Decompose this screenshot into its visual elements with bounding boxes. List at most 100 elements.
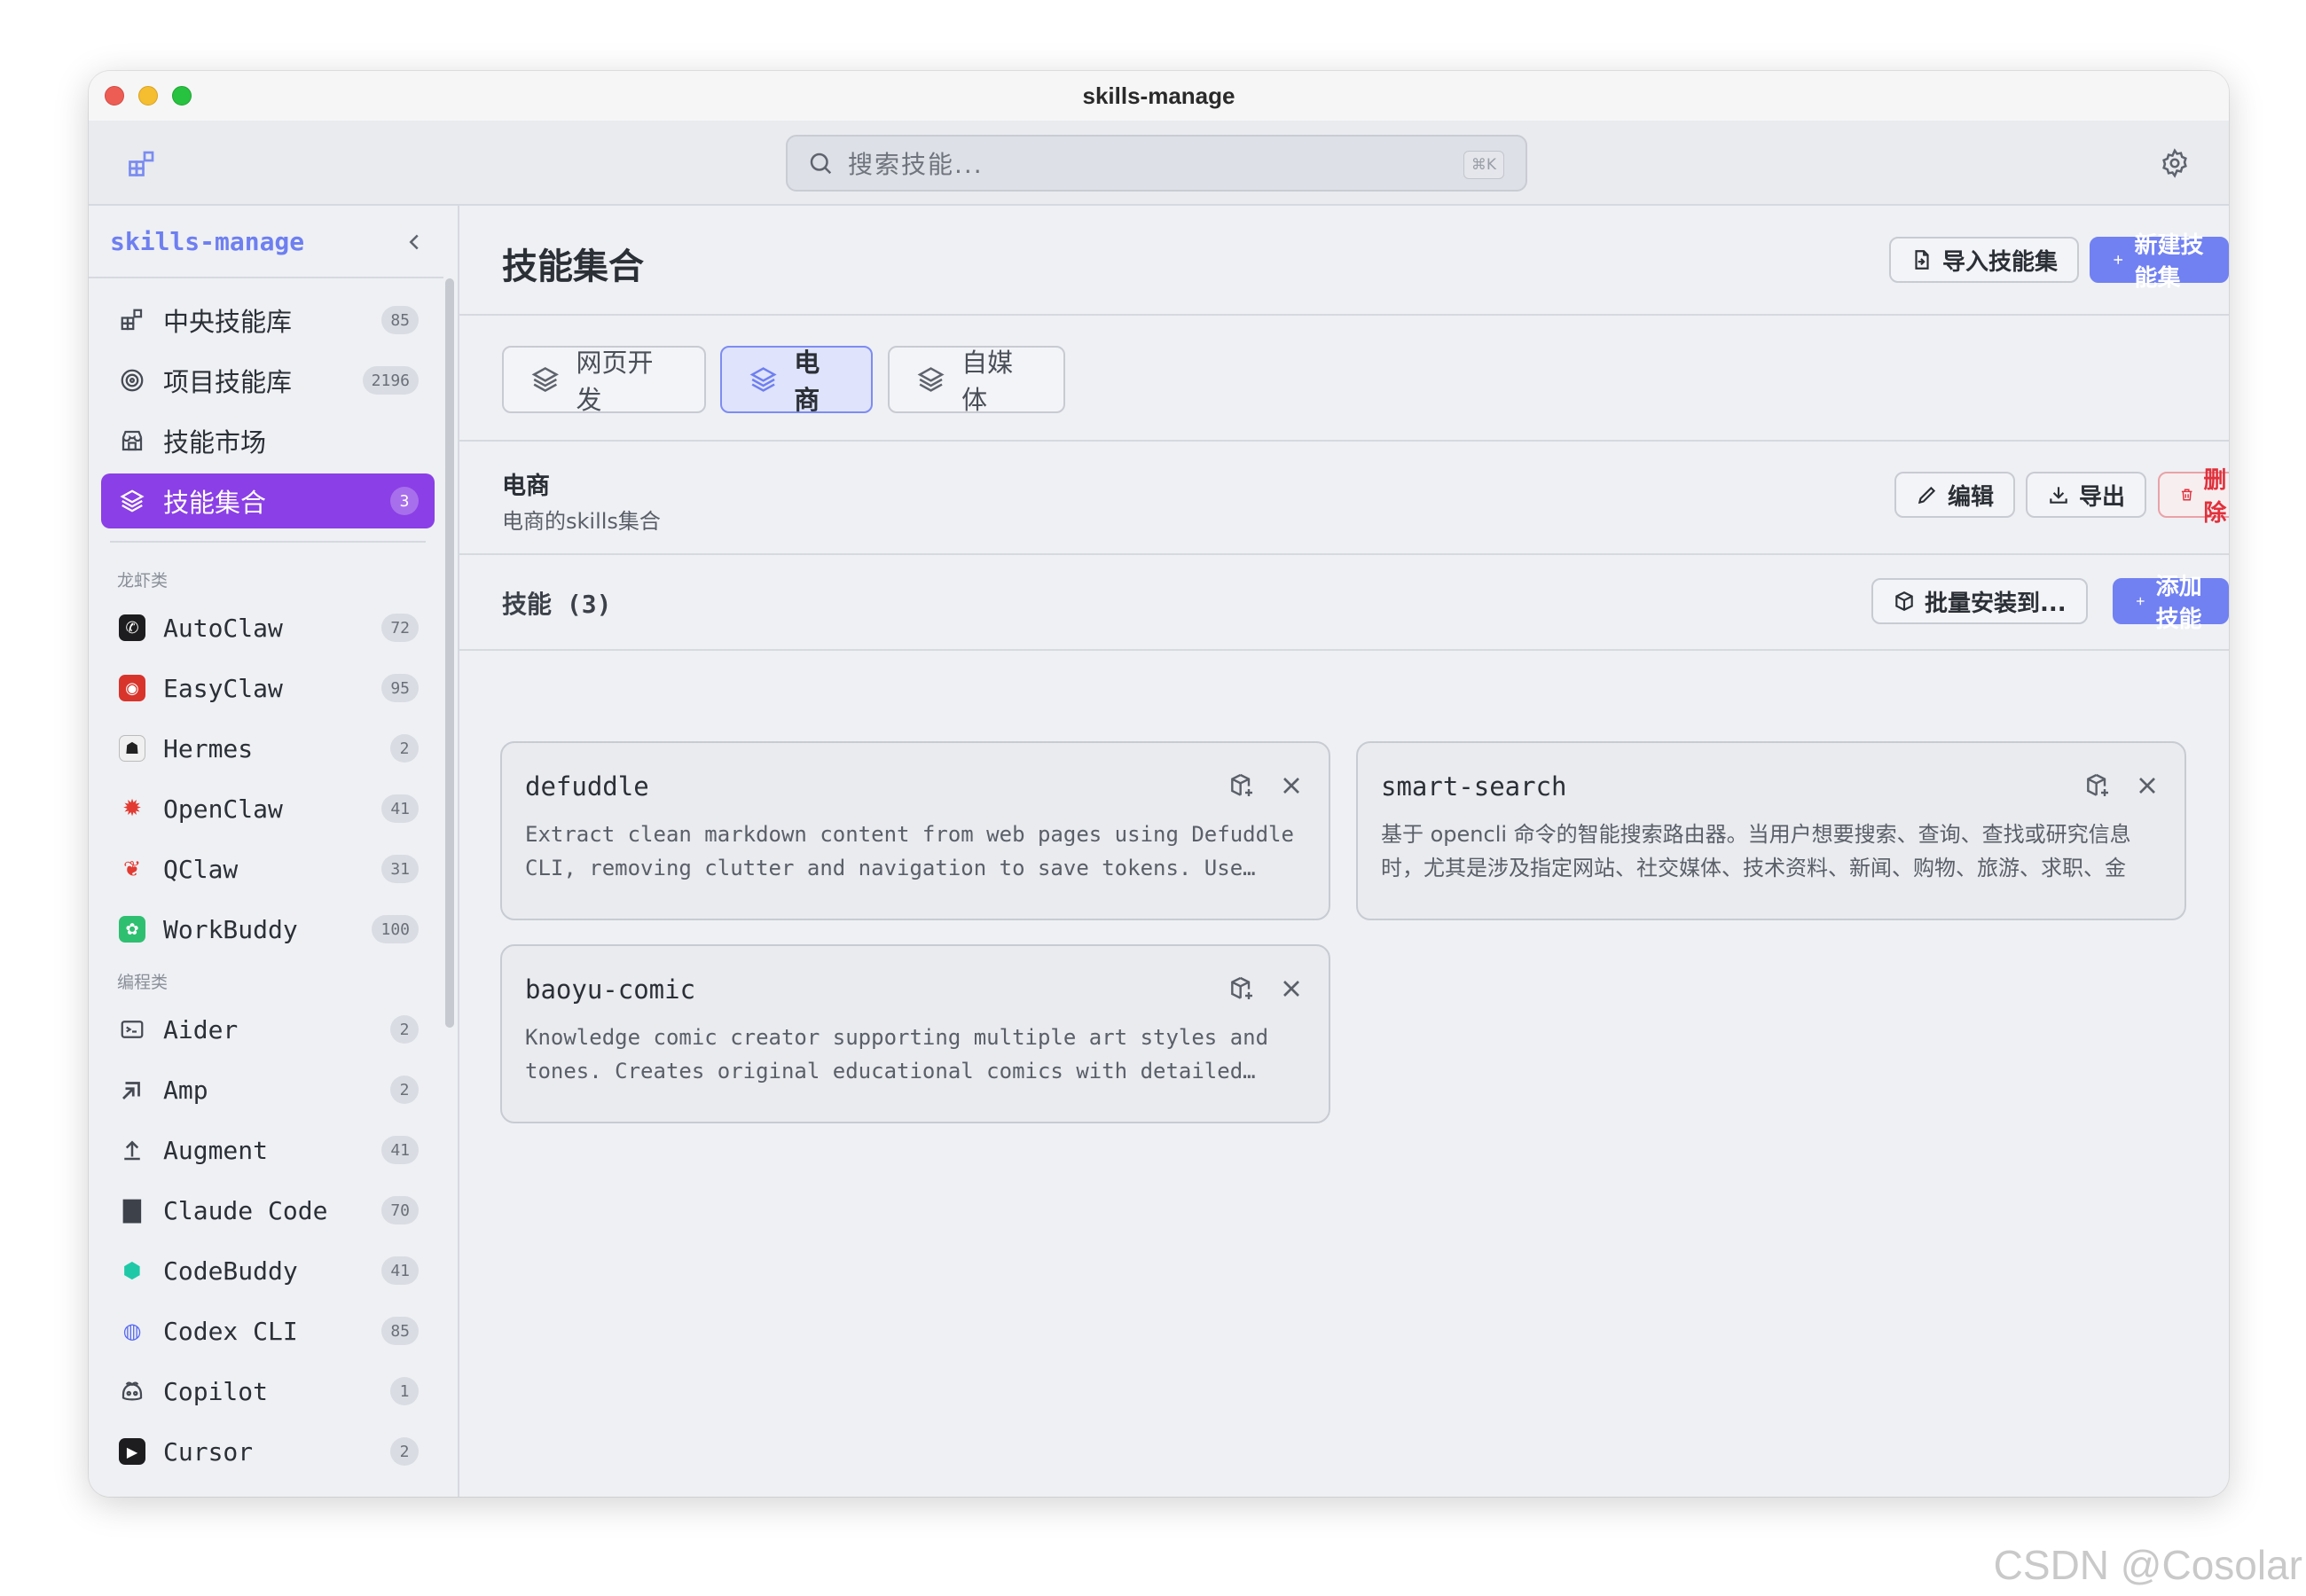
close-icon[interactable] (2133, 771, 2161, 800)
workbuddy-icon: ✿ (117, 914, 147, 944)
skill-set-info: 电商 电商的skills集合 编辑 导出 删除 (459, 442, 2229, 555)
sidebar-header: skills-manage (89, 206, 443, 278)
import-skill-set-button[interactable]: 导入技能集 (1889, 237, 2080, 283)
skill-set-description: 电商的skills集合 (502, 509, 661, 534)
sidebar-item-qclaw[interactable]: ❦ QClaw 31 (101, 841, 435, 896)
sidebar-item-marketplace[interactable]: 技能市场 (101, 413, 435, 468)
sidebar-item-hermes[interactable]: ☗ Hermes 2 (101, 721, 435, 776)
layers-icon (749, 367, 777, 392)
export-label: 导出 (2079, 483, 2126, 511)
minimize-window-button[interactable] (138, 86, 158, 106)
blocks-icon (117, 305, 147, 335)
blocks-icon[interactable] (126, 147, 158, 179)
edit-label: 编辑 (1948, 483, 1995, 511)
openclaw-icon: ✹ (122, 795, 142, 822)
batch-install-label: 批量安装到... (1925, 590, 2067, 617)
sidebar-item-label: Augment (163, 1135, 269, 1165)
search-input[interactable]: 搜索技能... ⌘K (786, 135, 1527, 192)
amp-icon (117, 1075, 147, 1105)
codex-icon: ◍ (122, 1318, 142, 1343)
shortcut-hint: ⌘K (1463, 151, 1504, 179)
sidebar-item-autoclaw[interactable]: ✆ AutoClaw 72 (101, 600, 435, 655)
add-skill-button[interactable]: 添加技能 (2113, 574, 2229, 633)
close-icon[interactable] (1277, 771, 1306, 800)
group-label-claw: 龙虾类 (117, 571, 169, 591)
sidebar-item-label: EasyClaw (163, 673, 283, 703)
close-window-button[interactable] (105, 86, 124, 106)
new-skill-set-button[interactable]: 新建技能集 (2090, 232, 2229, 292)
sidebar-scrollbar[interactable] (445, 278, 454, 1028)
skill-card[interactable]: baoyu-comic Knowledge comic creator supp… (500, 944, 1330, 1123)
tab-web-dev[interactable]: 网页开发 (502, 346, 706, 415)
sidebar-item-label: Claude Code (163, 1195, 328, 1225)
sidebar-item-project-library[interactable]: 项目技能库 2196 (101, 353, 435, 408)
skills-count: 技能 (3) (502, 590, 612, 619)
skill-description: 基于 opencli 命令的智能搜索路由器。当用户想要搜索、查询、查找或研究信息… (1381, 822, 2131, 880)
layers-icon (917, 367, 945, 392)
count-badge: 2196 (362, 366, 419, 395)
sidebar-item-label: CodeBuddy (163, 1256, 298, 1286)
skill-card[interactable]: smart-search 基于 opencli 命令的智能搜索路由器。当用户想要… (1356, 741, 2186, 920)
skill-description: Knowledge comic creator supporting multi… (525, 1025, 1269, 1084)
autoclaw-icon: ✆ (117, 613, 147, 643)
sidebar-item-augment[interactable]: Augment 41 (101, 1123, 435, 1177)
skill-set-name: 电商 (502, 473, 550, 500)
sidebar-item-workbuddy[interactable]: ✿ WorkBuddy 100 (101, 902, 435, 957)
package-plus-icon[interactable] (1228, 771, 1256, 800)
tab-self-media[interactable]: 自媒体 (888, 346, 1065, 415)
count-badge: 70 (381, 1196, 419, 1224)
gear-icon[interactable] (2160, 148, 2190, 178)
sidebar-item-openclaw[interactable]: ✹ OpenClaw 41 (101, 781, 435, 836)
sidebar-item-label: OpenClaw (163, 794, 283, 824)
count-badge: 3 (390, 487, 419, 515)
sidebar-item-skill-sets[interactable]: 技能集合 3 (101, 473, 435, 528)
skill-card[interactable]: defuddle Extract clean markdown content … (500, 741, 1330, 920)
search-icon (810, 153, 832, 175)
skill-card-actions (2083, 771, 2161, 800)
new-label: 新建技能集 (2134, 232, 2204, 292)
package-plus-icon[interactable] (2083, 771, 2112, 800)
download-icon (2050, 487, 2067, 504)
sidebar-item-copilot[interactable]: Copilot 1 (101, 1364, 435, 1419)
sidebar-item-aider[interactable]: Aider 2 (101, 1002, 435, 1057)
edit-button[interactable]: 编辑 (1894, 472, 2016, 518)
qclaw-icon: ❦ (122, 857, 142, 881)
plus-icon (2114, 255, 2123, 264)
package-icon (1895, 591, 1913, 611)
plus-icon (2137, 597, 2145, 606)
sidebar-item-cursor[interactable]: ▶ Cursor 2 (101, 1424, 435, 1479)
sidebar-item-label: 技能集合 (163, 488, 267, 518)
sidebar-item-central-library[interactable]: 中央技能库 85 (101, 293, 435, 348)
pencil-icon (1918, 486, 1936, 505)
maximize-window-button[interactable] (172, 86, 192, 106)
count-badge: 95 (381, 674, 419, 702)
tab-label: 自媒体 (961, 348, 1014, 415)
sidebar-item-easyclaw[interactable]: ◉ EasyClaw 95 (101, 661, 435, 716)
sidebar-item-label: 项目技能库 (163, 367, 293, 397)
target-icon (117, 365, 147, 395)
sidebar-item-label: Hermes (163, 733, 254, 763)
skill-card-actions (1228, 771, 1306, 800)
count-badge: 2 (390, 1437, 419, 1466)
claude-icon: ▇ (123, 1197, 141, 1224)
export-button[interactable]: 导出 (2026, 472, 2147, 518)
tab-ecommerce[interactable]: 电商 (720, 346, 873, 415)
sidebar-item-codebuddy[interactable]: ⬢ CodeBuddy 41 (101, 1243, 435, 1298)
layers-icon (531, 366, 559, 393)
sidebar-item-label: 中央技能库 (163, 307, 293, 337)
close-icon[interactable] (1277, 974, 1306, 1003)
window-title: skills-manage (1082, 82, 1235, 109)
skill-name: defuddle (525, 771, 649, 802)
sidebar-item-amp[interactable]: Amp 2 (101, 1062, 435, 1117)
sidebar-item-label: 技能市场 (163, 427, 267, 458)
chevron-left-icon[interactable] (401, 229, 427, 255)
package-plus-icon[interactable] (1228, 974, 1256, 1003)
sidebar-item-codex-cli[interactable]: ◍ Codex CLI 85 (101, 1303, 435, 1358)
sidebar-item-claude-code[interactable]: ▇ Claude Code 70 (101, 1183, 435, 1238)
skills-bar: 技能 (3) 批量安装到... 添加技能 (459, 555, 2229, 651)
tab-label: 电商 (794, 348, 820, 415)
skill-description: Extract clean markdown content from web … (525, 822, 1294, 880)
batch-install-button[interactable]: 批量安装到... (1871, 578, 2088, 624)
delete-button[interactable]: 删除 (2158, 467, 2229, 527)
sidebar-item-label: Amp (163, 1075, 208, 1105)
